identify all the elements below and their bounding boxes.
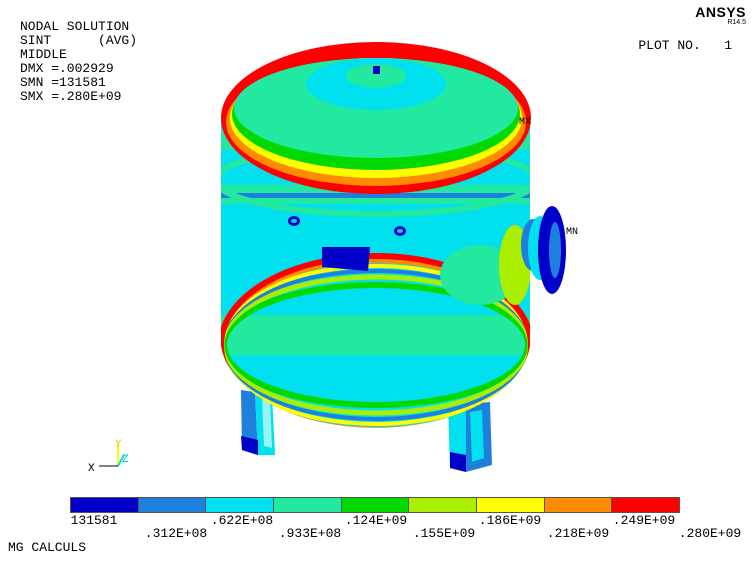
legend-band	[341, 498, 410, 512]
legend-label: 131581	[70, 513, 118, 528]
contour-plot[interactable]: MX MN X Y Z	[0, 0, 752, 562]
legend-label: .249E+09	[612, 513, 676, 528]
contour-legend: 131581 .622E+08 .124E+09 .186E+09 .249E+…	[70, 497, 741, 541]
legend-label: .280E+09	[678, 526, 742, 541]
legend-label: .933E+08	[278, 526, 342, 541]
triad-y-label: Y	[115, 439, 122, 451]
nameplate	[322, 247, 370, 271]
legend-label: .312E+08	[144, 526, 208, 541]
max-marker: MX	[519, 117, 531, 128]
legend-color-bar	[70, 497, 680, 513]
axis-triad: X Y Z	[88, 439, 129, 475]
min-marker: MN	[566, 227, 578, 238]
legend-band	[138, 498, 207, 512]
triad-x-label: X	[88, 463, 95, 475]
legend-band	[612, 498, 680, 512]
legend-band	[274, 498, 342, 512]
footer-title: MG CALCULS	[8, 540, 87, 555]
legend-band	[206, 498, 275, 512]
legend-band	[544, 498, 613, 512]
legend-band	[477, 498, 545, 512]
legend-label: .218E+09	[546, 526, 610, 541]
legend-band	[71, 498, 139, 512]
legend-label: .124E+09	[344, 513, 408, 528]
legend-label: .622E+08	[210, 513, 274, 528]
legend-label: .186E+09	[478, 513, 542, 528]
triad-z-label: Z	[122, 454, 129, 466]
legend-band	[409, 498, 478, 512]
legend-label: .155E+09	[412, 526, 476, 541]
top-nozzle	[373, 66, 380, 74]
